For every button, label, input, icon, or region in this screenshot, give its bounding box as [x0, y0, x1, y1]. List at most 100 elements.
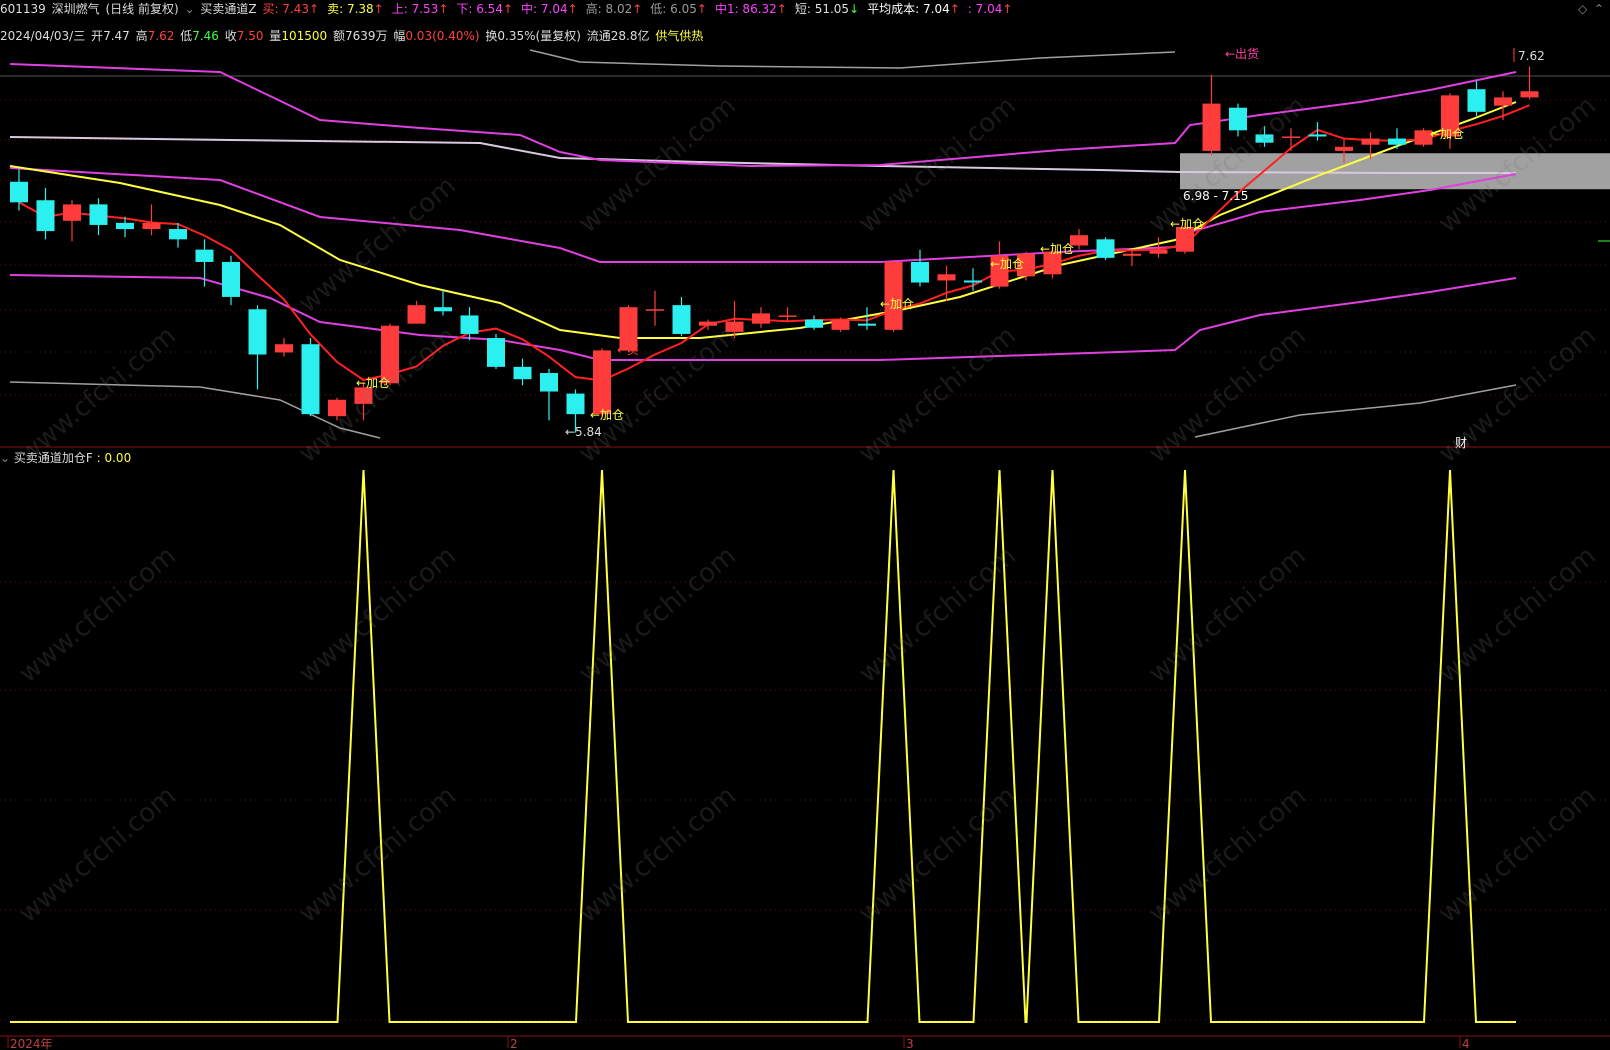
- candle-body: [752, 313, 770, 324]
- gray-upper-band: [529, 49, 1176, 69]
- candle-body: [1361, 138, 1380, 145]
- amount-label: 额: [332, 29, 345, 43]
- arrow-icon: ↑: [1002, 2, 1013, 16]
- x-axis-label: 2: [510, 1037, 518, 1050]
- indicator-toggle-icon[interactable]: ⌄: [185, 2, 195, 16]
- indicator-item-0: 买: 7.43↑: [262, 2, 320, 16]
- candle-body: [1494, 97, 1512, 106]
- candle-body: [222, 261, 240, 297]
- range-label: 6.98 - 7.15: [1183, 189, 1248, 203]
- candle: [805, 315, 823, 330]
- candle: [752, 307, 770, 328]
- indicator-item-1: 卖: 7.38↑: [327, 2, 384, 16]
- gray-lower-band-right: [1194, 384, 1517, 438]
- arrow-icon: ↑: [438, 2, 449, 16]
- x-axis-label: 3: [906, 1037, 914, 1050]
- candle: [328, 397, 346, 421]
- candle-body: [672, 305, 691, 334]
- diamond-icon[interactable]: ◇: [1578, 2, 1587, 16]
- candle-body: [1282, 136, 1300, 138]
- arrow-icon: ↑: [373, 2, 384, 16]
- sub-toggle-icon[interactable]: ⌄: [0, 451, 10, 465]
- candle-body: [89, 204, 108, 225]
- candle-body: [593, 350, 611, 415]
- candle-body: [1467, 89, 1486, 112]
- candle-body: [328, 399, 346, 417]
- quote-header: 601139 深圳燃气 (日线 前复权) ⌄ 买卖通道Z 买: 7.43↑ 卖: …: [0, 0, 1022, 18]
- arrow-icon: ↑: [567, 2, 578, 16]
- indicator-item-4: 中: 7.04↑: [521, 2, 578, 16]
- indicator-item-2: 上: 7.53↑: [391, 2, 449, 16]
- indicator-name[interactable]: 买卖通道Z: [200, 2, 256, 16]
- sub-panel-title[interactable]: 买卖通道加仓F: [14, 451, 93, 465]
- collapse-icon[interactable]: ⌃: [1594, 2, 1604, 16]
- candle: [778, 307, 797, 322]
- candle-body: [248, 309, 267, 355]
- candle: [36, 187, 55, 240]
- candle: [1229, 103, 1247, 137]
- candle: [63, 200, 81, 242]
- arrow-icon: ↑: [949, 2, 960, 16]
- candle-body: [778, 315, 797, 317]
- candle: [911, 249, 929, 287]
- close-value: 7.50: [236, 29, 264, 43]
- candle-body: [646, 309, 664, 311]
- candle: [434, 290, 452, 316]
- candle-body: [884, 261, 903, 330]
- candle-body: [460, 315, 479, 334]
- candle: [275, 338, 293, 357]
- candle: [593, 348, 611, 417]
- kline-chart[interactable]: 2024年 2 3 4 ←出货 ←买 ←加仓 ←加仓 ←加仓 ←加仓 ←加仓 ←加仓 ←加仓 ←5.84 7…: [0, 0, 1610, 1050]
- candle: [248, 305, 267, 390]
- low-label: 低: [180, 29, 193, 43]
- candle-body: [116, 222, 134, 230]
- candle: [407, 301, 426, 324]
- float-label: 流通: [586, 29, 611, 43]
- candle-body: [1520, 91, 1539, 98]
- indicator-item-8: 短: 51.05↓: [794, 2, 860, 16]
- float-value: 28.8亿: [610, 29, 650, 43]
- candle-body: [169, 229, 187, 240]
- close-label: 收: [224, 29, 237, 43]
- candle: [1123, 249, 1141, 267]
- indicator-item-9: 平均成本: 7.04↑: [867, 2, 960, 16]
- add-position-label: ←加仓: [590, 408, 624, 422]
- high-price-label: 7.62: [1518, 49, 1545, 63]
- candle: [1202, 74, 1221, 156]
- add-position-label: ←加仓: [1430, 127, 1464, 141]
- candle: [195, 239, 214, 287]
- finance-icon: 财: [1455, 436, 1467, 450]
- amount-value: 7639万: [344, 29, 388, 43]
- candle-body: [566, 393, 585, 415]
- volume-value: 101500: [281, 29, 328, 43]
- candle-body: [63, 204, 81, 221]
- candle-body: [858, 323, 876, 326]
- candle-body: [407, 305, 426, 324]
- stock-code: 601139: [0, 2, 46, 16]
- candle-body: [937, 274, 956, 281]
- candle-body: [964, 280, 982, 283]
- candle: [672, 296, 691, 336]
- candle-body: [1255, 134, 1274, 143]
- candle-body: [1149, 249, 1168, 254]
- concept-tag[interactable]: 供气供热: [655, 29, 703, 43]
- x-axis-label: 4: [1462, 1037, 1470, 1050]
- candle: [1282, 128, 1300, 151]
- candle-body: [10, 181, 28, 203]
- candle-body: [301, 344, 320, 415]
- open-value: 7.47: [103, 29, 130, 43]
- sub-panel-value: : 0.00: [96, 451, 132, 465]
- low-value: 7.46: [192, 29, 219, 43]
- arrow-icon: ↑: [502, 2, 514, 16]
- candle-body: [1229, 107, 1247, 131]
- candle-body: [381, 325, 399, 384]
- candle-body: [36, 200, 55, 232]
- ma-short-line: [18, 104, 1530, 382]
- open-label: 开: [91, 29, 104, 43]
- period-mode[interactable]: (日线 前复权): [105, 2, 178, 16]
- candle: [222, 255, 240, 306]
- candle-body: [699, 321, 717, 326]
- candle: [1520, 66, 1539, 100]
- gray-lower-band: [9, 381, 381, 439]
- candle: [10, 169, 28, 211]
